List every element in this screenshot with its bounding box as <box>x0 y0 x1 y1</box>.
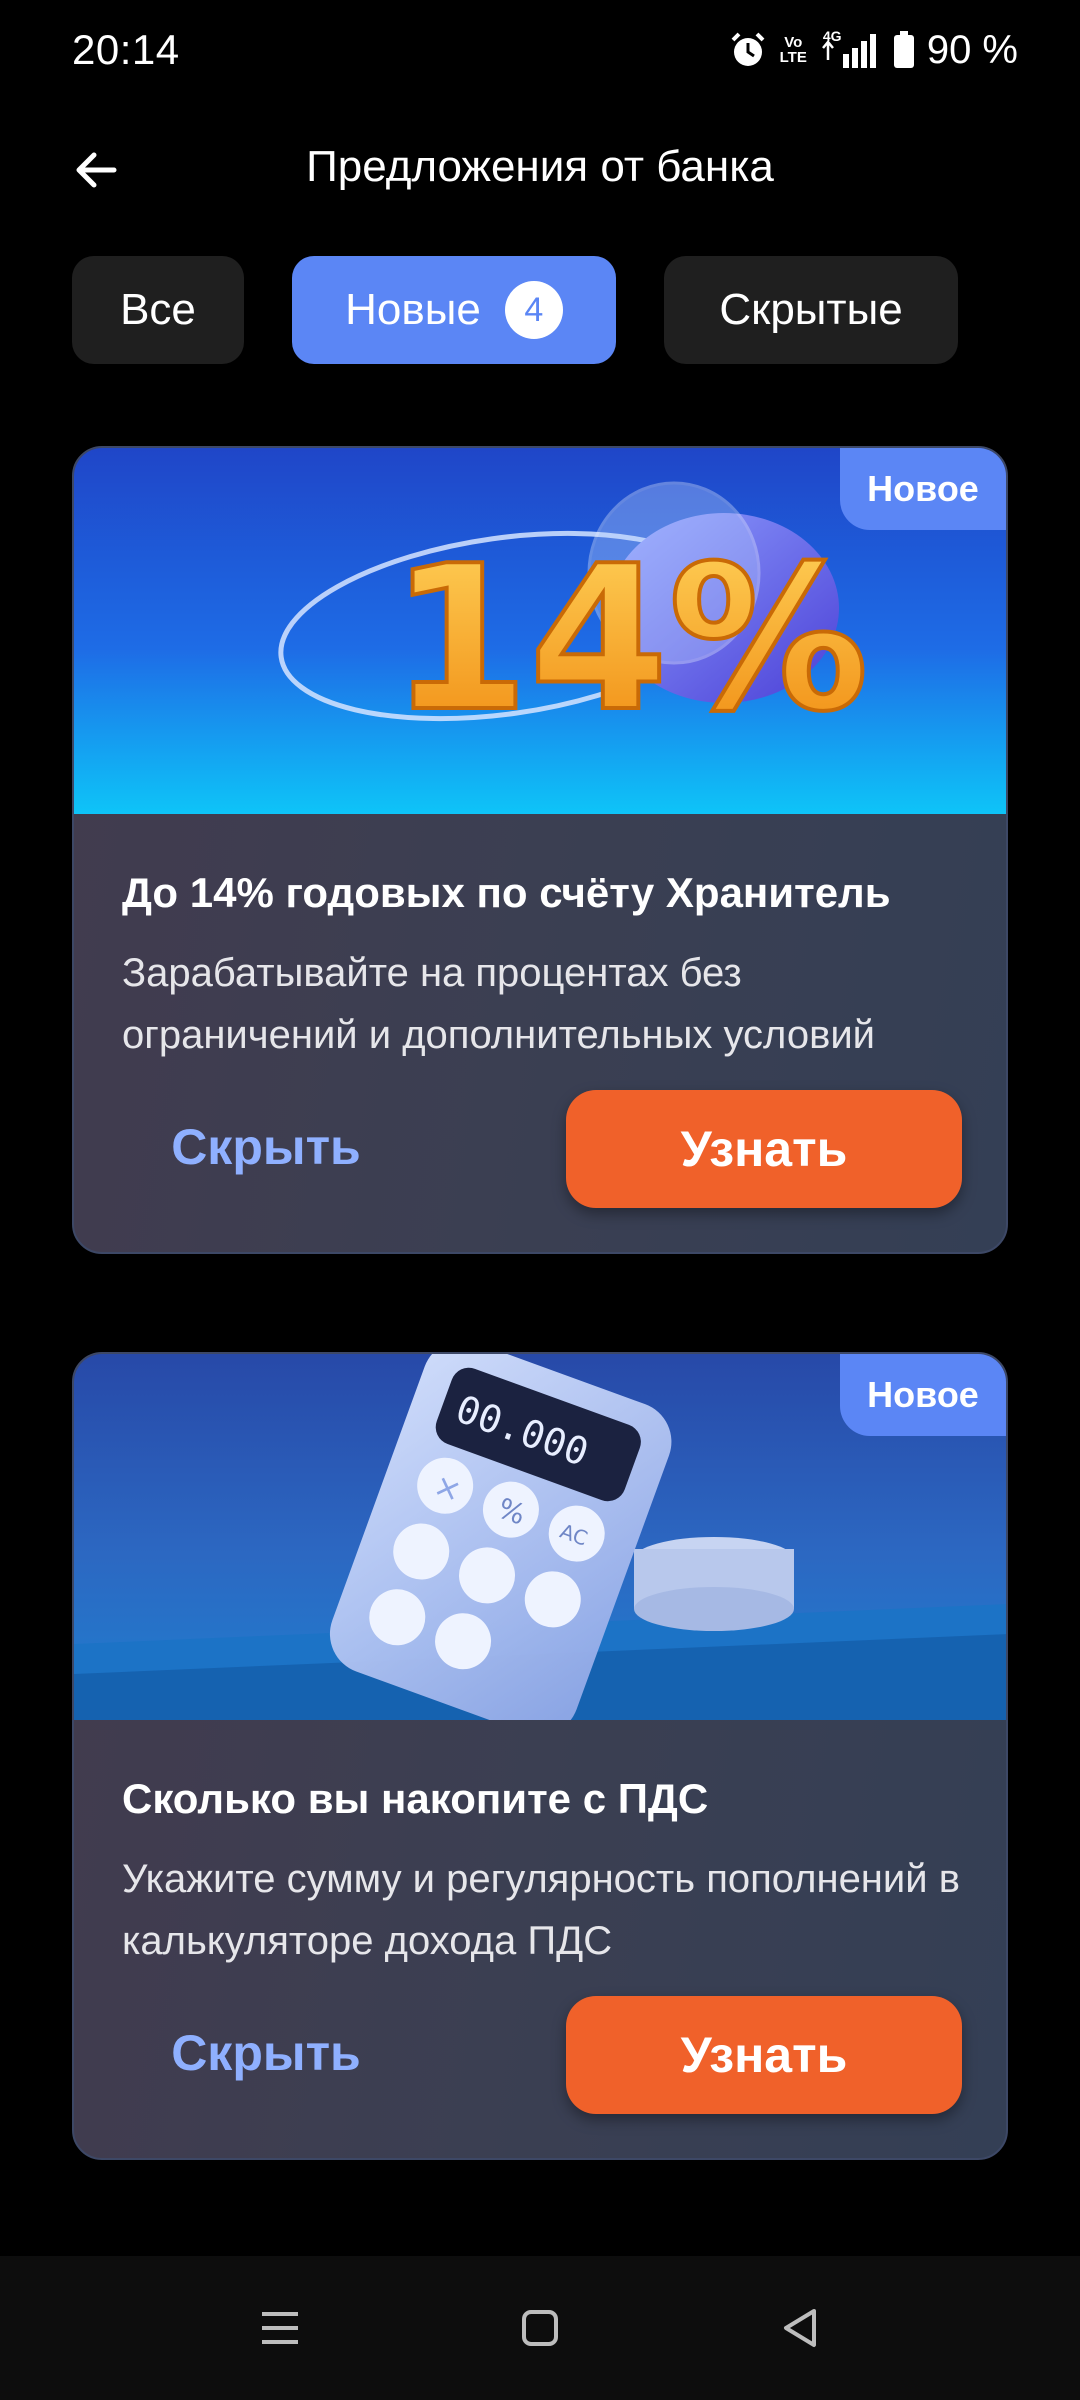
battery-icon <box>893 31 914 68</box>
learn-more-button[interactable]: Узнать <box>566 1996 962 2114</box>
offer-description: Укажите сумму и регулярность пополнений … <box>122 1857 960 1963</box>
tab-new[interactable]: Новые 4 <box>292 256 616 364</box>
new-badge: Новое <box>840 1354 1006 1436</box>
tab-hidden-label: Скрытые <box>719 285 903 334</box>
tab-all[interactable]: Все <box>72 256 244 364</box>
status-icons: Vo LTE 4G 90 % <box>728 28 1018 73</box>
offer-card: 00.000 × % AC Новое Сколько вы накопите … <box>72 1352 1008 2160</box>
hide-button[interactable]: Скрыть <box>166 1088 366 1206</box>
new-badge: Новое <box>840 448 1006 530</box>
home-square-icon <box>522 2310 558 2346</box>
system-back-button[interactable] <box>760 2288 840 2368</box>
tab-all-label: Все <box>120 285 196 334</box>
learn-more-button[interactable]: Узнать <box>566 1090 962 1208</box>
app-bar: Предложения от банка <box>0 120 1080 216</box>
offer-description: Зарабатывайте на процентах без ограничен… <box>122 951 876 1057</box>
menu-icon <box>262 2312 298 2344</box>
offer-title: До 14% годовых по счёту Хранитель <box>122 869 891 916</box>
system-nav-bar <box>0 2256 1080 2400</box>
signal-icon: 4G <box>819 28 881 70</box>
hide-button[interactable]: Скрыть <box>166 1994 366 2112</box>
alarm-icon <box>731 32 765 66</box>
back-triangle-icon <box>784 2309 816 2347</box>
offer-card: 14% Новое До 14% годовых по счёту Хранит… <box>72 446 1008 1254</box>
home-button[interactable] <box>500 2288 580 2368</box>
new-count-badge: 4 <box>504 281 563 339</box>
tab-new-label: Новые <box>345 285 481 334</box>
recents-button[interactable] <box>240 2288 320 2368</box>
banner-percent-text: 14% <box>390 523 869 756</box>
battery-percent: 90 % <box>926 27 1018 72</box>
tab-hidden[interactable]: Скрытые <box>664 256 958 364</box>
status-bar: 20:14 Vo LTE 4G 90 % <box>0 0 1080 100</box>
page-title: Предложения от банка <box>306 142 774 191</box>
filter-tabs: Все Новые 4 Скрытые <box>72 256 958 364</box>
screen: 20:14 Vo LTE 4G 90 % Предложения от банк… <box>0 0 1080 2400</box>
volte-icon: Vo LTE <box>779 34 807 66</box>
status-time: 20:14 <box>72 26 180 73</box>
offer-title: Сколько вы накопите с ПДС <box>122 1775 709 1822</box>
